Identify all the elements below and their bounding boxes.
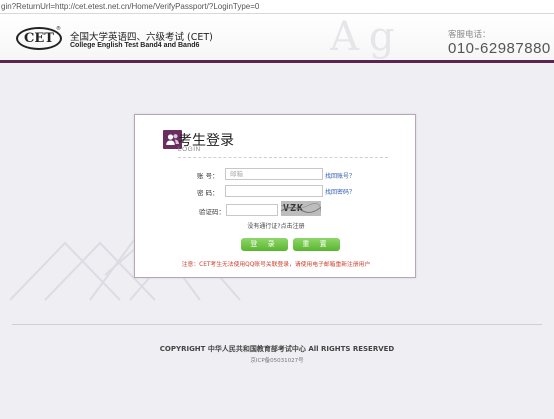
login-panel: 考生登录 LOGIN 账 号： 找回账号？ 密 码： 找回密码？ 验证码： VZ… bbox=[134, 114, 416, 278]
reset-button[interactable]: 重 置 bbox=[293, 238, 340, 251]
icp-license: 京ICP备05031027号 bbox=[250, 358, 304, 364]
password-input[interactable] bbox=[225, 185, 323, 197]
copyright-text: COPYRIGHT 中华人民共和国教育部考试中心 All RIGHTS RESE… bbox=[159, 345, 395, 353]
captcha-input[interactable] bbox=[226, 204, 278, 216]
site-title-en: College English Test Band4 and Band6 bbox=[70, 42, 200, 49]
address-bar[interactable]: gin?ReturnUrl=http://cet.etest.net.cn/Ho… bbox=[0, 0, 554, 14]
registered-mark: ® bbox=[56, 26, 61, 32]
login-subtitle: LOGIN bbox=[178, 146, 201, 153]
forgot-password-link[interactable]: 找回密码？ bbox=[325, 187, 355, 196]
captcha-label: 验证码： bbox=[199, 208, 225, 216]
header-divider bbox=[0, 60, 554, 63]
hotline-label: 客服电话： bbox=[448, 30, 491, 40]
site-title-cn: 全国大学英语四、六级考试 (CET) bbox=[70, 32, 213, 43]
account-label: 账 号： bbox=[197, 172, 219, 180]
footer-divider bbox=[12, 324, 542, 325]
login-button[interactable]: 登 录 bbox=[241, 238, 288, 251]
register-link[interactable]: 没有通行证?点击注册 bbox=[135, 221, 417, 230]
password-label: 密 码： bbox=[197, 189, 219, 197]
title-divider bbox=[178, 157, 388, 158]
captcha-noise bbox=[281, 203, 321, 213]
site-header: Ag CET ® 全国大学英语四、六级考试 (CET) College Engl… bbox=[0, 14, 554, 60]
hotline-number: 010-62987880 bbox=[448, 40, 551, 57]
header-decoration: Ag bbox=[330, 14, 405, 60]
qq-login-notice: 注意：CET考生无法使用QQ账号关联登录，请使用电子邮箱重新注册用户 bbox=[181, 262, 371, 268]
captcha-image[interactable]: VZK bbox=[281, 201, 321, 216]
account-input[interactable] bbox=[225, 168, 323, 180]
forgot-account-link[interactable]: 找回账号？ bbox=[325, 171, 355, 180]
